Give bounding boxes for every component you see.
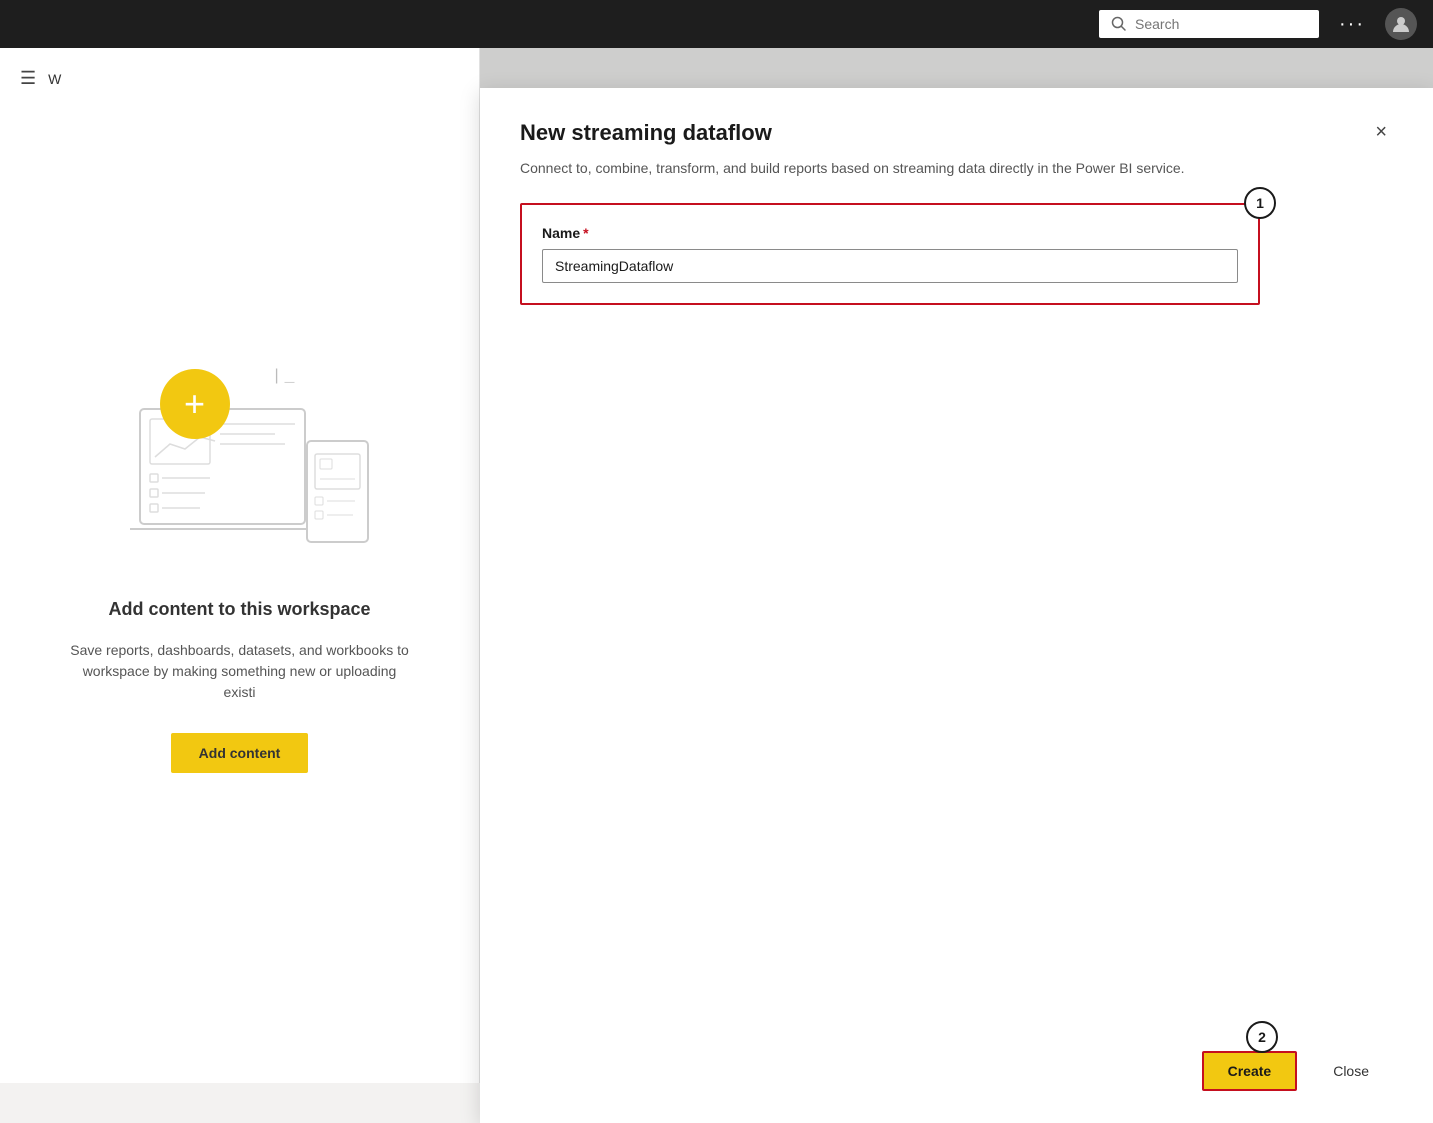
search-box[interactable] — [1099, 10, 1319, 38]
spacer — [520, 305, 1393, 1031]
workspace-initial: W — [48, 71, 61, 87]
yellow-circle: + — [160, 369, 230, 439]
left-panel: ☰ W | — + + — [0, 48, 480, 1083]
create-btn-wrapper: Create — [1202, 1051, 1298, 1091]
annotation-badge-2: 2 — [1246, 1021, 1278, 1053]
annotation-badge-1: 1 — [1244, 187, 1276, 219]
dialog-title: New streaming dataflow — [520, 120, 772, 146]
panel-header: ☰ W — [20, 68, 61, 89]
more-options-button[interactable]: ··· — [1331, 9, 1373, 40]
dialog-description: Connect to, combine, transform, and buil… — [520, 158, 1200, 179]
name-field-label: Name* — [542, 225, 1238, 241]
close-icon-button[interactable]: × — [1369, 120, 1393, 144]
dialog-footer: 2 Create Close — [520, 1031, 1393, 1091]
deco-mark-1: | — [275, 367, 279, 385]
name-section: 1 Name* — [520, 203, 1260, 305]
name-input[interactable] — [542, 249, 1238, 283]
create-button[interactable]: Create — [1204, 1053, 1296, 1089]
illustration-desc: Save reports, dashboards, datasets, and … — [70, 640, 410, 703]
close-dialog-button[interactable]: Close — [1309, 1053, 1393, 1089]
search-icon — [1111, 16, 1127, 32]
device-svg — [305, 439, 370, 544]
illustration-title: Add content to this workspace — [108, 599, 370, 620]
dialog: New streaming dataflow × Connect to, com… — [480, 88, 1433, 1123]
add-content-button[interactable]: Add content — [171, 733, 309, 773]
avatar[interactable] — [1385, 8, 1417, 40]
plus-icon: + — [184, 386, 205, 422]
dialog-header: New streaming dataflow × — [520, 120, 1393, 146]
topbar: ··· — [0, 0, 1433, 48]
search-input[interactable] — [1135, 16, 1307, 32]
deco-mark-2: — — [285, 377, 295, 388]
illustration-graphic: | — + + — [100, 359, 380, 579]
hamburger-icon: ☰ — [20, 68, 36, 89]
dialog-overlay: New streaming dataflow × Connect to, com… — [480, 48, 1433, 1083]
illustration: | — + + — [70, 359, 410, 773]
required-star: * — [583, 225, 588, 241]
main-content: ☰ W | — + + — [0, 48, 1433, 1083]
